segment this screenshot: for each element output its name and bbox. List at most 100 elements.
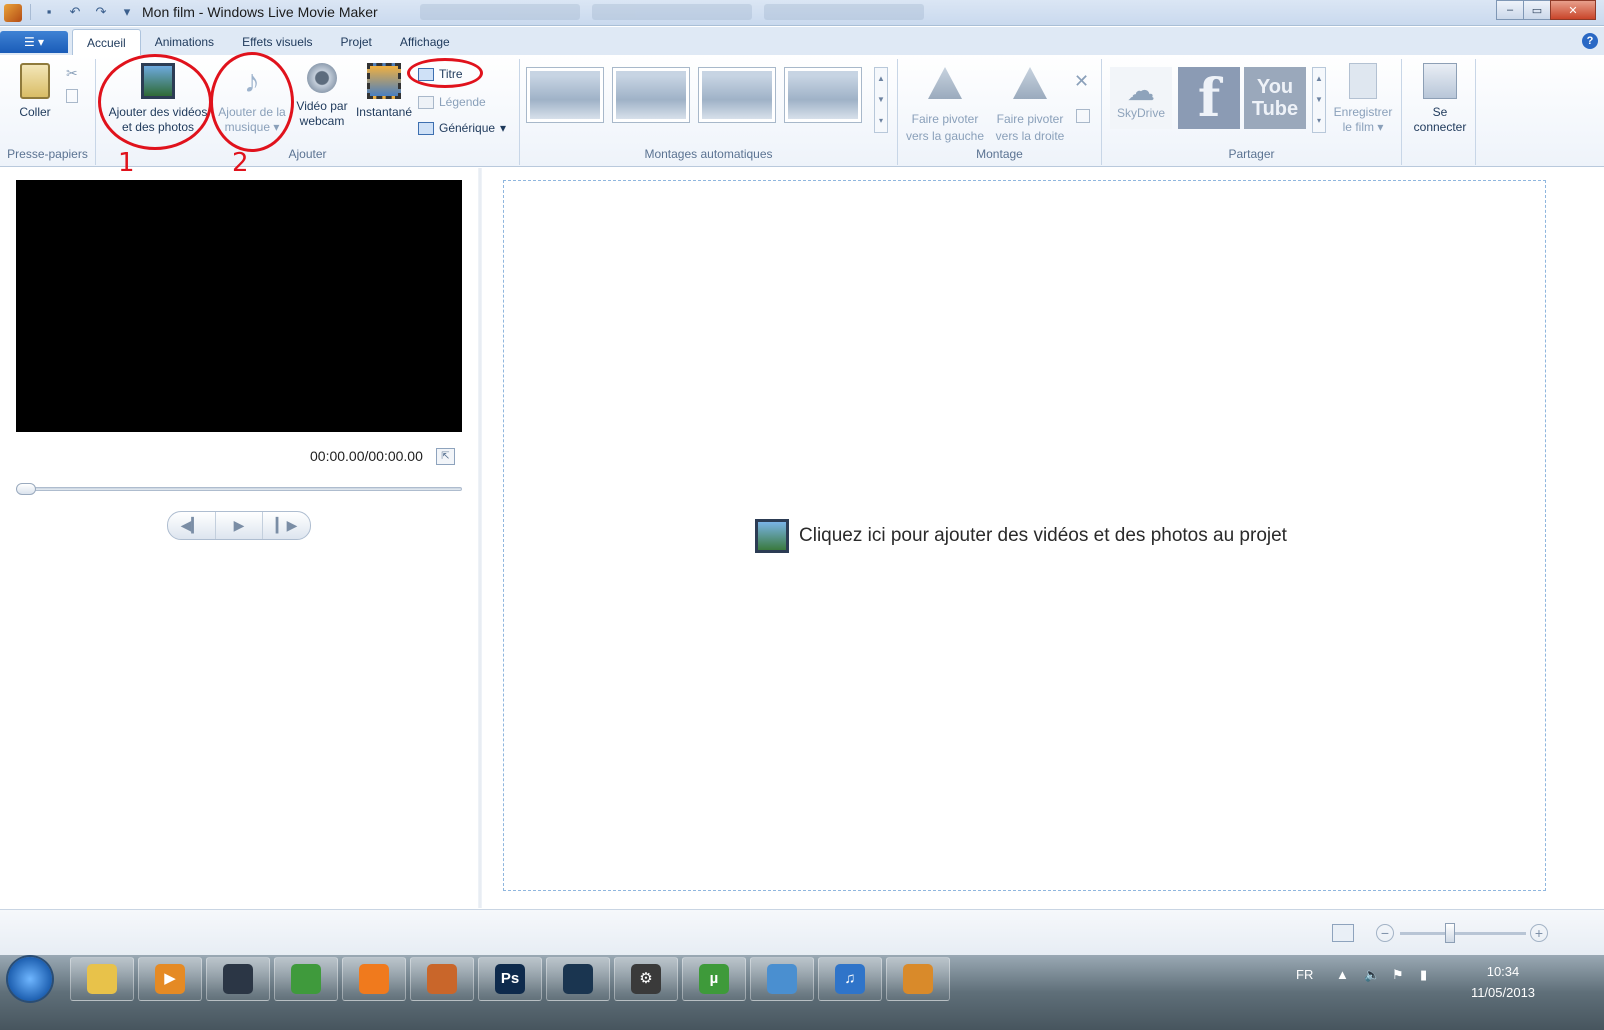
tab-affichage[interactable]: Affichage — [386, 29, 464, 55]
taskbar-app-photoshop[interactable]: Ps — [478, 957, 542, 1001]
facebook-icon: f — [1197, 67, 1221, 129]
automovie-theme-1[interactable] — [526, 67, 604, 123]
movie-maker-icon[interactable] — [4, 4, 22, 22]
steam-icon — [223, 964, 253, 994]
next-frame-button[interactable]: ▎▶ — [263, 512, 310, 539]
tab-effets-visuels[interactable]: Effets visuels — [228, 29, 326, 55]
pane-splitter[interactable] — [478, 168, 482, 908]
gallery-scroll[interactable]: ▲ ▼ ▾ — [874, 67, 888, 133]
status-bar: − + — [0, 909, 1604, 955]
previous-frame-button[interactable]: ◀▎ — [168, 512, 216, 539]
cut-icon[interactable]: ✂ — [66, 65, 78, 82]
show-hidden-icons[interactable]: ▲ — [1336, 967, 1349, 982]
automovie-theme-3[interactable] — [698, 67, 776, 123]
clock-time: 10:34 — [1486, 964, 1520, 979]
start-button[interactable] — [8, 957, 52, 1001]
credits-icon — [418, 121, 434, 135]
zoom-in-button[interactable]: + — [1530, 924, 1548, 942]
undo-icon[interactable]: ↶ — [67, 4, 83, 20]
seek-thumb[interactable] — [16, 483, 36, 495]
facebook-button[interactable]: f — [1178, 67, 1240, 129]
share-gallery-scroll[interactable]: ▲ ▼ ▾ — [1312, 67, 1326, 133]
taskbar-app-steam[interactable] — [206, 957, 270, 1001]
select-all-icon[interactable] — [1076, 109, 1090, 123]
maximize-button[interactable]: ▭ — [1523, 0, 1551, 20]
caption-icon — [418, 95, 434, 109]
redo-icon[interactable]: ↷ — [93, 4, 109, 20]
taskbar-app-movie-maker[interactable] — [886, 957, 950, 1001]
volume-icon[interactable]: 🔈 — [1364, 967, 1380, 983]
add-media-prompt[interactable]: Cliquez ici pour ajouter des vidéos et d… — [755, 519, 1287, 553]
caption-button[interactable]: Légende — [418, 95, 486, 109]
save-icon[interactable]: ▪ — [41, 4, 57, 20]
annotation-number-1: 1 — [118, 148, 135, 178]
zoom-slider-thumb[interactable] — [1445, 923, 1455, 943]
group-share: ☁ SkyDrive f You Tube ▲ ▼ ▾ Enregistrer le… — [1102, 59, 1402, 165]
minimize-button[interactable]: – — [1496, 0, 1524, 20]
remove-icon[interactable]: ✕ — [1074, 71, 1089, 92]
automovie-theme-4[interactable] — [784, 67, 862, 123]
rotate-right-icon — [1013, 67, 1047, 99]
sign-in-button[interactable]: Se connecter — [1410, 63, 1470, 135]
taskbar-app-cyberlink[interactable] — [410, 957, 474, 1001]
settings-app-icon: ⚙ — [631, 964, 661, 994]
film-photo-icon — [755, 519, 789, 553]
taskbar-app-itunes[interactable]: ♫ — [818, 957, 882, 1001]
play-button[interactable]: ▶ — [216, 512, 264, 539]
zoom-out-button[interactable]: − — [1376, 924, 1394, 942]
group-automovie: ▲ ▼ ▾ Montages automatiques — [520, 59, 898, 165]
taskbar-app-explorer[interactable] — [70, 957, 134, 1001]
automovie-theme-2[interactable] — [612, 67, 690, 123]
youtube-button[interactable]: You Tube — [1244, 67, 1306, 129]
close-button[interactable]: ✕ — [1550, 0, 1596, 20]
taskbar-app-messenger[interactable] — [750, 957, 814, 1001]
window-title: Mon film - Windows Live Movie Maker — [142, 4, 378, 20]
taskbar-app-settings-app[interactable]: ⚙ — [614, 957, 678, 1001]
fullscreen-icon[interactable]: ⇱ — [436, 448, 455, 465]
skydrive-button[interactable]: ☁ SkyDrive — [1110, 67, 1172, 129]
seek-bar[interactable] — [16, 487, 462, 491]
media-player-icon: ▶ — [155, 964, 185, 994]
chrome-icon — [291, 964, 321, 994]
action-center-flag-icon[interactable]: ⚑ — [1392, 967, 1404, 983]
cloud-icon: ☁ — [1127, 75, 1155, 106]
video-preview[interactable] — [16, 180, 462, 432]
clock-date: 11/05/2013 — [1470, 985, 1536, 1000]
taskbar-app-dvd-app[interactable] — [546, 957, 610, 1001]
separator — [30, 4, 31, 20]
snapshot-label: Instantané — [355, 105, 413, 119]
zoom-slider-track[interactable] — [1400, 932, 1526, 935]
movie-maker-icon — [903, 964, 933, 994]
tab-accueil[interactable]: Accueil — [72, 29, 141, 55]
automovie-gallery — [526, 67, 862, 123]
dvd-app-icon — [563, 964, 593, 994]
taskbar-app-media-player[interactable]: ▶ — [138, 957, 202, 1001]
timecode: 00:00.00/00:00.00 — [310, 448, 423, 464]
save-movie-button[interactable]: Enregistrer le film ▾ — [1328, 63, 1398, 135]
group-clipboard: Coller ✂ Presse-papiers — [0, 59, 96, 165]
cyberlink-icon — [427, 964, 457, 994]
taskbar-app-chrome[interactable] — [274, 957, 338, 1001]
taskbar-app-utorrent[interactable]: µ — [682, 957, 746, 1001]
credits-button[interactable]: Générique ▾ — [418, 121, 506, 135]
app-menu-button[interactable]: ☰ ▾ — [0, 31, 68, 53]
taskbar-app-origin[interactable] — [342, 957, 406, 1001]
tab-animations[interactable]: Animations — [141, 29, 228, 55]
customize-icon[interactable]: ▾ — [119, 4, 135, 20]
language-indicator[interactable]: FR — [1296, 967, 1313, 982]
tab-projet[interactable]: Projet — [327, 29, 386, 55]
group-label-clipboard: Presse-papiers — [7, 147, 88, 161]
add-media-prompt-text: Cliquez ici pour ajouter des vidéos et d… — [799, 525, 1287, 546]
webcam-video-button[interactable]: Vidéo par webcam — [292, 63, 352, 129]
taskbar-clock[interactable]: 10:34 11/05/2013 — [1448, 961, 1558, 1003]
network-icon[interactable]: ▮ — [1420, 967, 1427, 983]
paste-button[interactable]: Coller — [10, 63, 60, 120]
help-icon[interactable]: ? — [1582, 33, 1598, 49]
thumbnail-size-icon[interactable] — [1332, 924, 1354, 942]
utorrent-icon: µ — [699, 964, 729, 994]
messenger-icon — [767, 964, 797, 994]
webcam-label-1: Vidéo par — [296, 99, 348, 113]
rotate-right-button[interactable]: Faire pivoter vers la droite — [988, 67, 1072, 145]
rotate-left-button[interactable]: Faire pivoter vers la gauche — [902, 67, 988, 145]
copy-icon[interactable] — [66, 89, 78, 103]
